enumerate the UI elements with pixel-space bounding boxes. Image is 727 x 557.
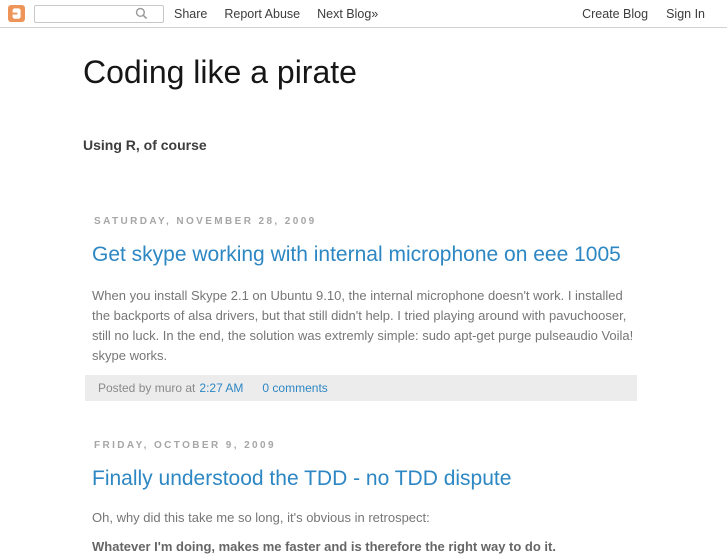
post-date: SATURDAY, NOVEMBER 28, 2009 [94, 216, 317, 228]
posted-by-label: Posted by muro at [98, 380, 196, 395]
nav-report-abuse-link[interactable]: Report Abuse [224, 7, 300, 21]
blogger-navbar: Share Report Abuse Next Blog» Create Blo… [0, 0, 727, 28]
post-comments-link[interactable]: 0 comments [262, 381, 327, 395]
nav-next-blog-link[interactable]: Next Blog» [317, 7, 378, 21]
nav-share-link[interactable]: Share [174, 7, 207, 21]
blogger-logo-icon[interactable] [8, 5, 25, 22]
post-title: Get skype working with internal micropho… [92, 242, 639, 268]
search-button[interactable] [135, 7, 152, 20]
post-title-link[interactable]: Get skype working with internal micropho… [92, 243, 621, 266]
post-body-emphasis: Whatever I'm doing, makes me faster and … [92, 538, 556, 554]
nav-create-blog-link[interactable]: Create Blog [582, 7, 648, 21]
blogger-icon [8, 5, 25, 22]
nav-sign-in-link[interactable]: Sign In [666, 7, 705, 21]
blog-description: Using R, of course [83, 137, 207, 154]
blog-title: Coding like a pirate [83, 54, 357, 90]
post-body-intro: Oh, why did this take me so long, it's o… [92, 509, 430, 525]
post-date: FRIDAY, OCTOBER 9, 2009 [94, 439, 276, 451]
post-title: Finally understood the TDD - no TDD disp… [92, 466, 639, 492]
post-title-link[interactable]: Finally understood the TDD - no TDD disp… [92, 467, 511, 490]
navbar-links: Share Report Abuse Next Blog» [174, 7, 395, 21]
search-input[interactable] [35, 6, 135, 21]
post-timestamp-link[interactable]: 2:27 AM [199, 381, 243, 395]
navbar-right-links: Create Blog Sign In [564, 7, 705, 21]
post-footer: Posted by muro at 2:27 AM 0 comments [85, 374, 637, 401]
blog-post: SATURDAY, NOVEMBER 28, 2009 Get skype wo… [83, 216, 639, 401]
search-icon [135, 7, 148, 20]
blog-post: FRIDAY, OCTOBER 9, 2009 Finally understo… [83, 440, 639, 557]
main-column: Coding like a pirate Using R, of course … [83, 53, 639, 557]
navbar-search-box [34, 4, 164, 23]
post-body: When you install Skype 2.1 on Ubuntu 9.1… [92, 287, 634, 363]
